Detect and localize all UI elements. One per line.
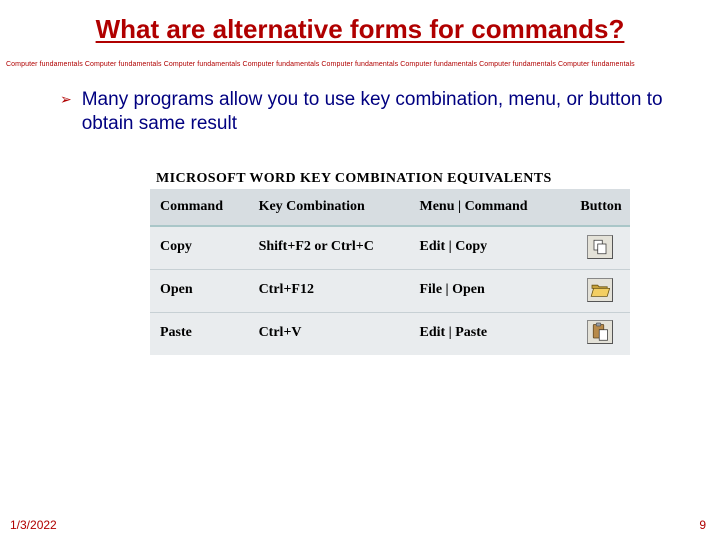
th-key: Key Combination bbox=[249, 189, 410, 226]
cell-key: Shift+F2 or Ctrl+C bbox=[249, 226, 410, 270]
cell-command: Open bbox=[150, 269, 249, 312]
table-row: PasteCtrl+VEdit | Paste bbox=[150, 312, 630, 355]
cell-button bbox=[570, 226, 630, 270]
cell-menu: Edit | Copy bbox=[409, 226, 570, 270]
commands-table: Command Key Combination Menu | Command B… bbox=[150, 189, 630, 355]
th-button: Button bbox=[570, 189, 630, 226]
copy-icon bbox=[587, 235, 613, 259]
cell-menu: Edit | Paste bbox=[409, 312, 570, 355]
cell-command: Paste bbox=[150, 312, 249, 355]
cell-menu: File | Open bbox=[409, 269, 570, 312]
cell-key: Ctrl+F12 bbox=[249, 269, 410, 312]
bullet-text: Many programs allow you to use key combi… bbox=[82, 88, 680, 137]
table-row: OpenCtrl+F12File | Open bbox=[150, 269, 630, 312]
table-title: MICROSOFT WORD KEY COMBINATION EQUIVALEN… bbox=[150, 171, 640, 187]
cell-command: Copy bbox=[150, 226, 249, 270]
chevron-icon: ➢ bbox=[60, 91, 72, 108]
cell-button bbox=[570, 269, 630, 312]
th-menu: Menu | Command bbox=[409, 189, 570, 226]
slide-title: What are alternative forms for commands? bbox=[0, 0, 720, 53]
th-command: Command bbox=[150, 189, 249, 226]
paste-icon bbox=[587, 320, 613, 344]
table-row: CopyShift+F2 or Ctrl+CEdit | Copy bbox=[150, 226, 630, 270]
footer-page: 9 bbox=[699, 518, 706, 532]
bullet-item: ➢ Many programs allow you to use key com… bbox=[60, 88, 680, 137]
cell-button bbox=[570, 312, 630, 355]
cell-key: Ctrl+V bbox=[249, 312, 410, 355]
open-icon bbox=[587, 278, 613, 302]
repeated-band: Computer fundamentals Computer fundament… bbox=[0, 53, 720, 78]
footer-date: 1/3/2022 bbox=[10, 518, 57, 532]
